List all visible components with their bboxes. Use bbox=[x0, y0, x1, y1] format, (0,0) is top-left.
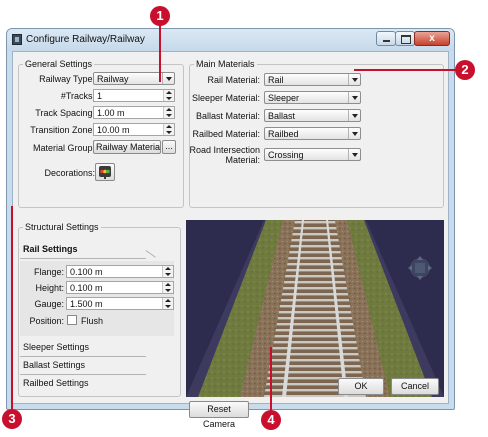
sleeper-material-select[interactable]: Sleeper bbox=[264, 91, 361, 104]
chevron-down-icon bbox=[348, 149, 360, 160]
chevron-down-icon bbox=[348, 92, 360, 103]
track-spacing-label: Track Spacing: bbox=[35, 108, 95, 118]
callout-1-badge: 1 bbox=[150, 6, 170, 26]
cancel-button[interactable]: Cancel bbox=[391, 378, 439, 395]
flush-checkbox[interactable] bbox=[67, 315, 77, 325]
ballast-settings-title: Ballast Settings bbox=[23, 360, 86, 370]
railbed-material-label: Railbed Material: bbox=[192, 129, 260, 139]
general-settings-legend: General Settings bbox=[23, 59, 95, 69]
general-settings-group: General Settings Railway Type: Railway #… bbox=[18, 59, 184, 208]
tracks-spinbox[interactable]: 1 bbox=[93, 89, 175, 102]
gauge-value: 1.500 m bbox=[70, 299, 103, 309]
ballast-material-value: Ballast bbox=[268, 111, 296, 121]
structural-settings-legend: Structural Settings bbox=[23, 222, 101, 232]
callout-1-line bbox=[159, 20, 161, 82]
road-intersection-material-value: Crossing bbox=[268, 150, 304, 160]
callout-3-badge: 3 bbox=[2, 409, 22, 429]
callout-2-badge: 2 bbox=[455, 60, 475, 80]
chevron-down-icon bbox=[348, 74, 360, 85]
ballast-material-label: Ballast Material: bbox=[195, 111, 260, 121]
callout-2-line bbox=[354, 69, 456, 71]
spin-arrows-icon[interactable] bbox=[162, 298, 173, 309]
height-spinbox[interactable]: 0.100 m bbox=[66, 281, 174, 294]
flange-label: Flange: bbox=[33, 267, 64, 277]
transition-zone-label: Transition Zone: bbox=[30, 125, 95, 135]
configure-railway-dialog: Configure Railway/Railway x General Sett… bbox=[6, 28, 455, 429]
ballast-material-select[interactable]: Ballast bbox=[264, 109, 361, 122]
railway-3d-preview[interactable] bbox=[186, 220, 444, 397]
traffic-light-icon bbox=[99, 166, 111, 179]
height-label: Height: bbox=[35, 283, 64, 293]
railway-type-select[interactable]: Railway bbox=[93, 72, 175, 85]
main-materials-legend: Main Materials bbox=[194, 59, 257, 69]
maximize-button[interactable] bbox=[395, 31, 415, 46]
spin-arrows-icon[interactable] bbox=[163, 107, 174, 118]
railway-type-value: Railway bbox=[97, 74, 129, 84]
tracks-label: #Tracks: bbox=[60, 91, 95, 101]
spin-arrows-icon[interactable] bbox=[163, 124, 174, 135]
track-spacing-value: 1.00 m bbox=[97, 108, 125, 118]
gauge-label: Gauge: bbox=[34, 299, 64, 309]
decorations-label: Decorations: bbox=[44, 168, 95, 178]
railbed-material-select[interactable]: Railbed bbox=[264, 127, 361, 140]
track-spacing-spinbox[interactable]: 1.00 m bbox=[93, 106, 175, 119]
material-group-label: Material Group: bbox=[32, 143, 95, 153]
dialog-body: General Settings Railway Type: Railway #… bbox=[12, 51, 449, 429]
title-bar[interactable]: Configure Railway/Railway x bbox=[7, 29, 454, 51]
railbed-settings-title: Railbed Settings bbox=[23, 378, 89, 388]
material-group-button[interactable]: Railway Materials bbox=[93, 140, 161, 154]
spin-arrows-icon[interactable] bbox=[163, 90, 174, 101]
road-intersection-label-line2: Material: bbox=[225, 155, 260, 165]
chevron-down-icon bbox=[162, 73, 174, 84]
railbed-settings-header[interactable]: Railbed Settings bbox=[19, 374, 175, 392]
sleeper-settings-header[interactable]: Sleeper Settings bbox=[19, 338, 175, 356]
window-title: Configure Railway/Railway bbox=[26, 34, 145, 45]
railbed-material-value: Railbed bbox=[268, 129, 299, 139]
railway-type-label: Railway Type: bbox=[39, 74, 95, 84]
spin-arrows-icon[interactable] bbox=[162, 282, 173, 293]
railway-preview-image[interactable] bbox=[186, 220, 444, 397]
rail-material-value: Rail bbox=[268, 75, 284, 85]
transition-zone-value: 10.00 m bbox=[97, 125, 130, 135]
flush-checkbox-label[interactable]: Flush bbox=[81, 316, 103, 326]
maximize-icon bbox=[401, 35, 411, 44]
reset-camera-button[interactable]: Reset Camera bbox=[189, 401, 249, 429]
rail-material-select[interactable]: Rail bbox=[264, 73, 361, 86]
sleeper-settings-title: Sleeper Settings bbox=[23, 342, 90, 352]
gauge-spinbox[interactable]: 1.500 m bbox=[66, 297, 174, 310]
sleeper-material-value: Sleeper bbox=[268, 93, 300, 103]
close-icon: x bbox=[429, 33, 435, 44]
rail-settings-title: Rail Settings bbox=[23, 244, 78, 254]
road-intersection-label: Road Intersection Material: bbox=[189, 145, 260, 165]
rail-material-label: Rail Material: bbox=[207, 75, 260, 85]
callout-3-line bbox=[11, 206, 13, 412]
close-button[interactable]: x bbox=[414, 31, 450, 46]
structural-settings-group: Structural Settings Rail Settings Flange… bbox=[18, 222, 181, 397]
height-value: 0.100 m bbox=[70, 283, 103, 293]
minimize-button[interactable] bbox=[376, 31, 396, 46]
flange-value: 0.100 m bbox=[70, 267, 103, 277]
app-icon bbox=[12, 34, 22, 45]
minimize-icon bbox=[383, 40, 390, 42]
rail-settings-panel: Flange: 0.100 m Height: 0.100 m Gauge: 1… bbox=[20, 261, 174, 336]
decorations-button[interactable] bbox=[95, 163, 115, 181]
position-label: Position: bbox=[29, 316, 64, 326]
ballast-settings-header[interactable]: Ballast Settings bbox=[19, 356, 175, 374]
material-group-browse-button[interactable]: ... bbox=[162, 140, 176, 154]
chevron-down-icon bbox=[348, 110, 360, 121]
callout-4-line bbox=[270, 347, 272, 412]
sleeper-material-label: Sleeper Material: bbox=[191, 93, 260, 103]
ok-button[interactable]: OK bbox=[338, 378, 384, 395]
spin-arrows-icon[interactable] bbox=[162, 266, 173, 277]
flange-spinbox[interactable]: 0.100 m bbox=[66, 265, 174, 278]
divider bbox=[20, 258, 146, 259]
road-intersection-label-line1: Road Intersection bbox=[189, 145, 260, 155]
road-intersection-material-select[interactable]: Crossing bbox=[264, 148, 361, 161]
transition-zone-spinbox[interactable]: 10.00 m bbox=[93, 123, 175, 136]
chevron-down-icon bbox=[348, 128, 360, 139]
callout-4-badge: 4 bbox=[261, 410, 281, 430]
tracks-value: 1 bbox=[97, 91, 103, 101]
main-materials-group: Main Materials Rail Material: Rail Sleep… bbox=[189, 59, 444, 208]
